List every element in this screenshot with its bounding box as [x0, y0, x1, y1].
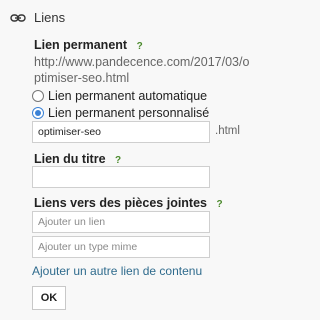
enclosures-help-icon[interactable]: ? — [216, 199, 222, 210]
radio-automatic[interactable]: Lien permanent automatique — [32, 89, 207, 103]
custom-permalink-input[interactable] — [32, 121, 210, 143]
permalink-label: Lien permanent ? — [34, 38, 143, 52]
ok-button[interactable]: OK — [32, 286, 66, 310]
title-link-label-text: Lien du titre — [34, 152, 106, 166]
permalink-label-text: Lien permanent — [34, 38, 128, 52]
title-link-label: Lien du titre ? — [34, 152, 121, 166]
add-content-link[interactable]: Ajouter un autre lien de contenu — [32, 264, 202, 278]
permalink-suffix: .html — [215, 125, 240, 137]
radio-custom-label: Lien permanent personnalisé — [48, 106, 210, 120]
permalink-help-icon[interactable]: ? — [137, 41, 143, 52]
enclosures-label-text: Liens vers des pièces jointes — [34, 196, 207, 210]
permalink-url: http://www.pandecence.com/2017/03/optimi… — [34, 55, 250, 85]
enclosures-label: Liens vers des pièces jointes ? — [34, 196, 223, 210]
links-header[interactable]: Liens — [10, 10, 65, 25]
title-link-help-icon[interactable]: ? — [115, 155, 121, 166]
link-icon — [10, 13, 26, 22]
radio-automatic-circle[interactable] — [32, 90, 44, 102]
enclosure-mime-input[interactable] — [32, 236, 210, 258]
radio-automatic-label: Lien permanent automatique — [48, 89, 208, 103]
radio-custom[interactable]: Lien permanent personnalisé — [32, 106, 209, 120]
title-link-input[interactable] — [32, 166, 210, 188]
links-panel: Liens Lien permanent ? http://www.pandec… — [0, 0, 264, 320]
enclosure-link-input[interactable] — [32, 211, 210, 233]
radio-custom-circle[interactable] — [32, 107, 44, 119]
links-title: Liens — [34, 10, 66, 25]
